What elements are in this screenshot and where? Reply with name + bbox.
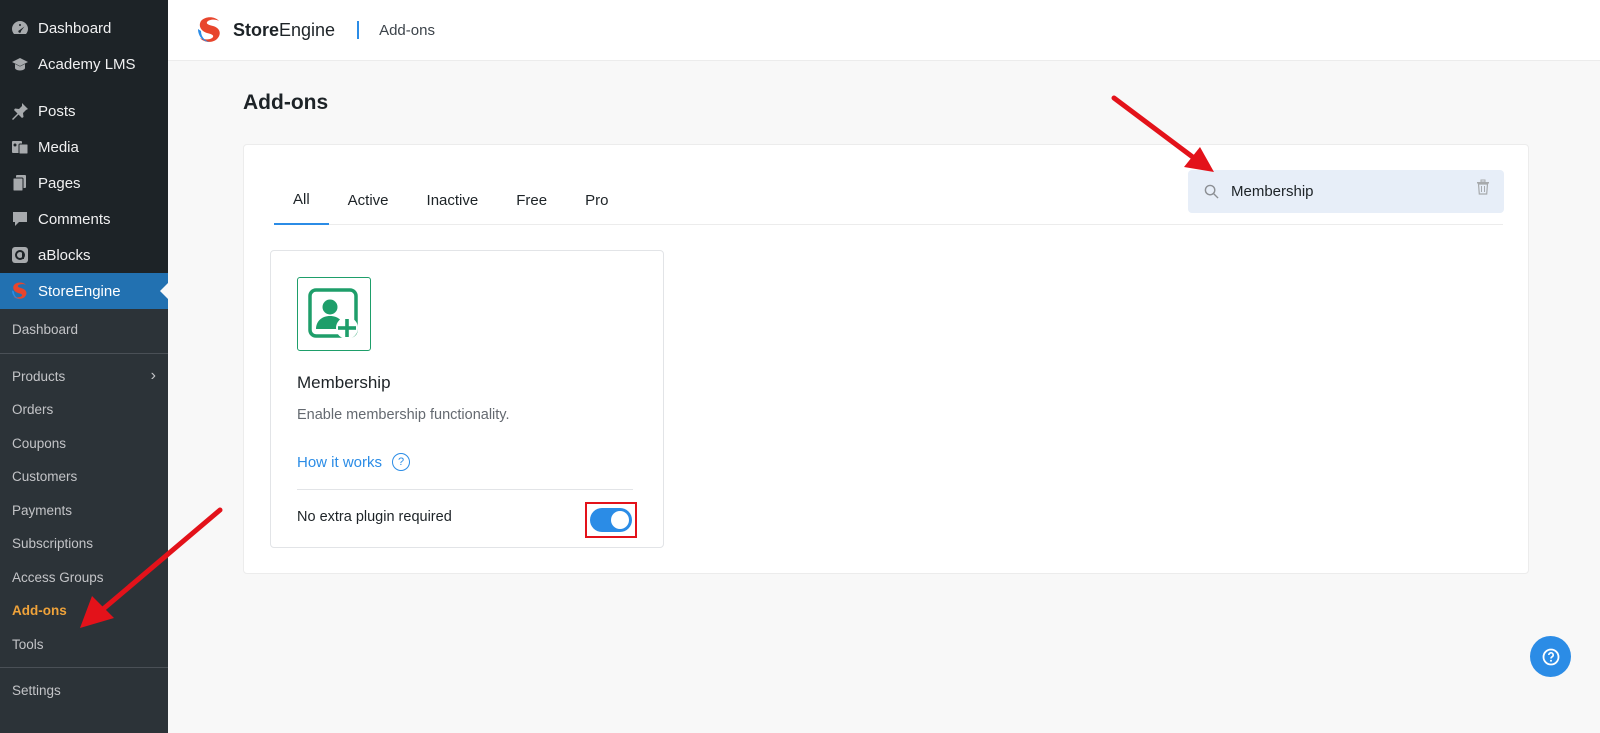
submenu-label: Tools (12, 636, 44, 652)
highlight-box (585, 502, 637, 538)
submenu-label: Settings (12, 683, 61, 699)
submenu-label: Dashboard (12, 322, 79, 338)
admin-sidebar: Dashboard Academy LMS Posts Media Pages (0, 0, 168, 733)
help-button[interactable] (1530, 636, 1571, 677)
storeengine-logo-icon (198, 17, 220, 42)
addon-toggle[interactable] (590, 508, 632, 532)
sidebar-item-storeengine[interactable]: StoreEngine (0, 273, 168, 309)
submenu-add-ons[interactable]: Add-ons (0, 594, 168, 628)
submenu-divider (0, 352, 168, 354)
sidebar-item-posts[interactable]: Posts (0, 93, 168, 129)
top-bar: StoreEngine Add-ons (168, 0, 1600, 61)
ablocks-icon (10, 245, 30, 265)
sidebar-item-label: Media (38, 138, 79, 156)
brand-logo[interactable]: StoreEngine (195, 15, 335, 45)
tab-all[interactable]: All (274, 175, 329, 225)
tab-free[interactable]: Free (497, 175, 566, 225)
sidebar-item-media[interactable]: Media (0, 129, 168, 165)
link-label: How it works (297, 453, 383, 471)
submenu-label: Subscriptions (12, 536, 94, 552)
pages-icon (10, 173, 30, 193)
sidebar-item-label: StoreEngine (38, 282, 121, 300)
addon-title: Membership (297, 373, 391, 392)
toggle-knob (611, 511, 629, 529)
sidebar-item-label: Comments (38, 210, 111, 228)
search-input[interactable] (1231, 183, 1461, 200)
submenu-label: Customers (12, 469, 78, 485)
trash-icon[interactable] (1476, 179, 1490, 195)
breadcrumb: Add-ons (379, 21, 435, 39)
submenu-settings[interactable]: Settings (0, 674, 168, 708)
chevron-right-icon: › (150, 367, 156, 385)
sidebar-item-comments[interactable]: Comments (0, 201, 168, 237)
sidebar-item-label: Posts (38, 102, 76, 120)
brand-name: StoreEngine (233, 19, 336, 40)
membership-icon (297, 277, 371, 351)
pin-icon (10, 101, 30, 121)
addons-panel: All Active Inactive Free Pro Membership … (243, 144, 1529, 574)
submenu-subscriptions[interactable]: Subscriptions (0, 527, 168, 561)
submenu-tools[interactable]: Tools (0, 628, 168, 662)
sidebar-item-label: Pages (38, 174, 81, 192)
sidebar-item-label: aBlocks (38, 246, 91, 264)
submenu-dashboard[interactable]: Dashboard (0, 313, 168, 347)
submenu-coupons[interactable]: Coupons (0, 427, 168, 461)
sidebar-item-label: Dashboard (38, 19, 112, 37)
submenu-label: Orders (12, 402, 54, 418)
sidebar-item-ablocks[interactable]: aBlocks (0, 237, 168, 273)
plugin-requirement: No extra plugin required (297, 509, 452, 525)
breadcrumb-separator (357, 21, 360, 39)
how-it-works-link[interactable]: How it works ? (297, 453, 411, 471)
submenu-label: Coupons (12, 435, 67, 451)
submenu-label: Payments (12, 502, 73, 518)
tab-pro[interactable]: Pro (566, 175, 627, 225)
tab-inactive[interactable]: Inactive (408, 175, 498, 225)
graduation-cap-icon (10, 54, 30, 74)
dashboard-icon (10, 18, 30, 38)
addon-description: Enable membership functionality. (297, 407, 510, 423)
search-box (1188, 170, 1504, 213)
sidebar-item-dashboard[interactable]: Dashboard (0, 10, 168, 46)
tab-active[interactable]: Active (329, 175, 408, 225)
addon-card-membership: Membership Enable membership functionali… (270, 250, 664, 548)
storeengine-submenu: Dashboard Products › Orders Coupons Cust… (0, 309, 168, 733)
submenu-label: Add-ons (12, 603, 67, 619)
question-icon: ? (392, 453, 411, 471)
submenu-payments[interactable]: Payments (0, 494, 168, 528)
media-icon (10, 137, 30, 157)
submenu-label: Products (12, 368, 66, 384)
page-title: Add-ons (243, 91, 329, 114)
sidebar-item-label: Academy LMS (38, 55, 136, 73)
sidebar-item-academy-lms[interactable]: Academy LMS (0, 46, 168, 82)
question-icon (1542, 648, 1559, 665)
submenu-label: Access Groups (12, 569, 104, 585)
submenu-divider (0, 667, 168, 668)
search-icon (1204, 184, 1219, 199)
submenu-orders[interactable]: Orders (0, 393, 168, 427)
submenu-products[interactable]: Products › (0, 360, 168, 394)
storeengine-logo-icon (10, 281, 30, 301)
submenu-access-groups[interactable]: Access Groups (0, 561, 168, 595)
comment-icon (10, 209, 30, 229)
card-divider (297, 489, 633, 490)
submenu-customers[interactable]: Customers (0, 460, 168, 494)
sidebar-item-pages[interactable]: Pages (0, 165, 168, 201)
